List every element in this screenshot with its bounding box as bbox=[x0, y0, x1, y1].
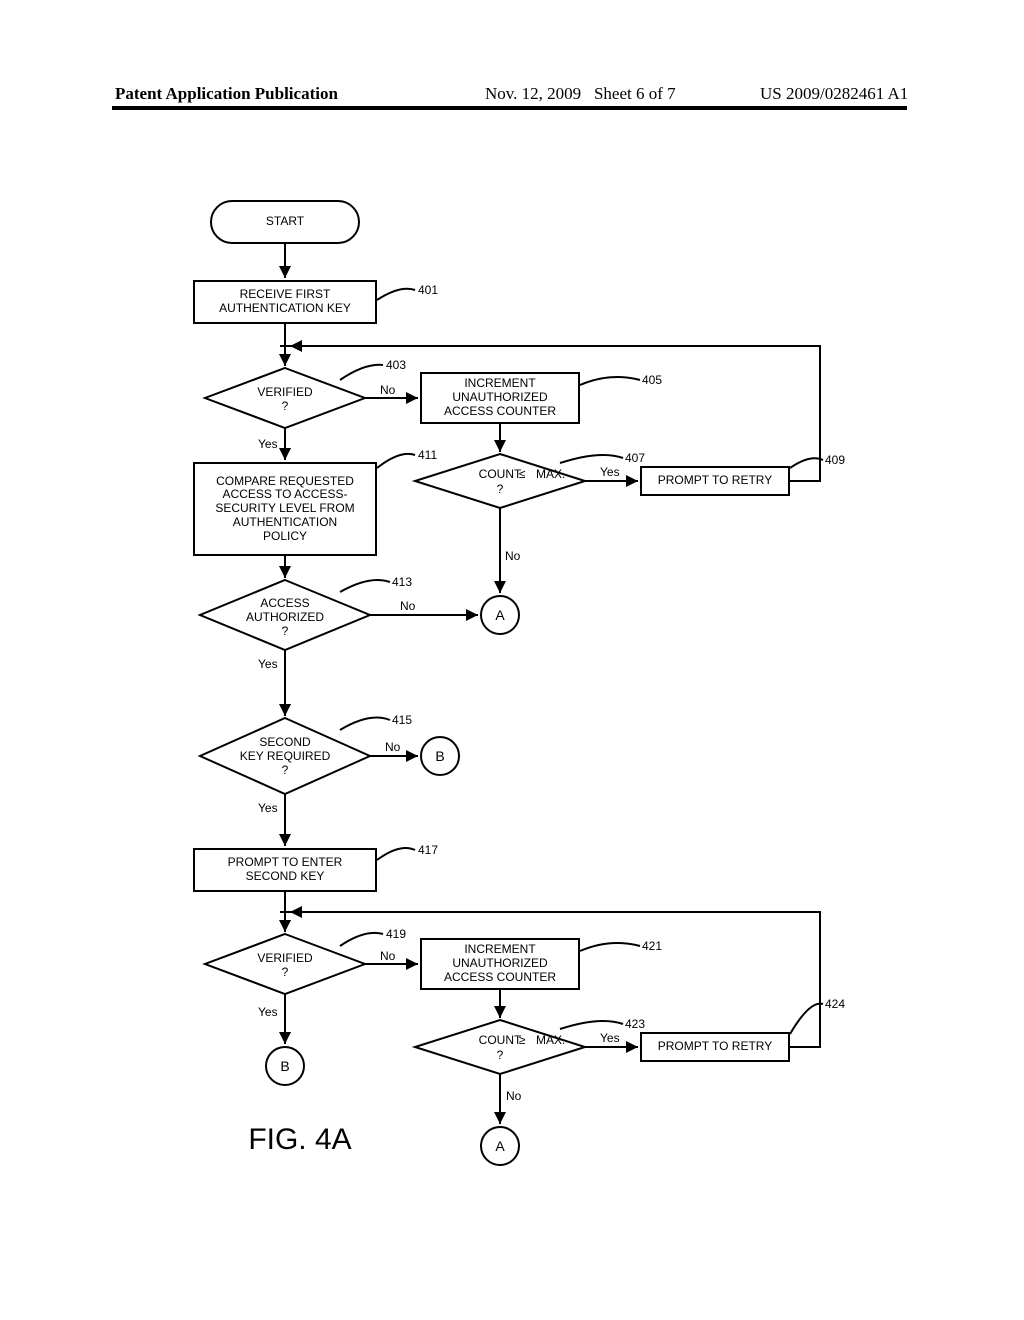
svg-text:MAX.: MAX. bbox=[536, 467, 565, 481]
flow-offpage-a-upper: A bbox=[480, 595, 520, 635]
svg-text:No: No bbox=[385, 740, 401, 754]
svg-text:421: 421 bbox=[642, 939, 662, 953]
svg-text:≤: ≤ bbox=[519, 467, 526, 481]
svg-text:?: ? bbox=[282, 763, 289, 777]
flow-node-409: PROMPT TO RETRY bbox=[640, 466, 790, 496]
svg-text:409: 409 bbox=[825, 453, 845, 467]
svg-text:No: No bbox=[506, 1089, 522, 1103]
svg-text:424: 424 bbox=[825, 997, 845, 1011]
svg-text:415: 415 bbox=[392, 713, 412, 727]
header-pubno: US 2009/0282461 A1 bbox=[760, 84, 1020, 104]
svg-text:407: 407 bbox=[625, 451, 645, 465]
flow-offpage-b-upper: B bbox=[420, 736, 460, 776]
figure-caption: FIG. 4A bbox=[220, 1120, 380, 1160]
page-header: Patent Application Publication Nov. 12, … bbox=[0, 84, 1024, 104]
header-date: Nov. 12, 2009 Sheet 6 of 7 bbox=[485, 84, 760, 104]
svg-text:405: 405 bbox=[642, 373, 662, 387]
svg-text:419: 419 bbox=[386, 927, 406, 941]
svg-text:No: No bbox=[505, 549, 521, 563]
svg-text:No: No bbox=[400, 599, 416, 613]
svg-text:?: ? bbox=[282, 399, 289, 413]
svg-text:403: 403 bbox=[386, 358, 406, 372]
flow-node-401: RECEIVE FIRST AUTHENTICATION KEY bbox=[193, 280, 377, 324]
svg-text:VERIFIED: VERIFIED bbox=[257, 385, 313, 399]
svg-text:Yes: Yes bbox=[258, 437, 278, 451]
svg-text:KEY REQUIRED: KEY REQUIRED bbox=[240, 749, 331, 763]
svg-text:Yes: Yes bbox=[258, 657, 278, 671]
svg-text:417: 417 bbox=[418, 843, 438, 857]
svg-text:AUTHORIZED: AUTHORIZED bbox=[246, 610, 324, 624]
svg-text:?: ? bbox=[497, 482, 504, 496]
flow-node-405: INCREMENT UNAUTHORIZED ACCESS COUNTER bbox=[420, 372, 580, 424]
svg-text:No: No bbox=[380, 383, 396, 397]
svg-text:Yes: Yes bbox=[600, 1031, 620, 1045]
flow-node-424: PROMPT TO RETRY bbox=[640, 1032, 790, 1062]
svg-text:413: 413 bbox=[392, 575, 412, 589]
flow-offpage-a-lower: A bbox=[480, 1126, 520, 1166]
flow-node-411: COMPARE REQUESTED ACCESS TO ACCESS- SECU… bbox=[193, 462, 377, 556]
svg-text:Yes: Yes bbox=[258, 1005, 278, 1019]
flow-node-417: PROMPT TO ENTER SECOND KEY bbox=[193, 848, 377, 892]
svg-text:MAX.: MAX. bbox=[536, 1033, 565, 1047]
svg-text:VERIFIED: VERIFIED bbox=[257, 951, 313, 965]
svg-text:Yes: Yes bbox=[258, 801, 278, 815]
svg-text:COUNT: COUNT bbox=[479, 1033, 522, 1047]
flow-offpage-b-lower: B bbox=[265, 1046, 305, 1086]
svg-text:?: ? bbox=[497, 1048, 504, 1062]
svg-text:423: 423 bbox=[625, 1017, 645, 1031]
flow-node-421: INCREMENT UNAUTHORIZED ACCESS COUNTER bbox=[420, 938, 580, 990]
header-date-text: Nov. 12, 2009 bbox=[485, 84, 581, 103]
svg-text:401: 401 bbox=[418, 283, 438, 297]
flowchart-svg: VERIFIED ? COUNT MAX. ≤ ? ACCESS AUTHORI… bbox=[0, 0, 1024, 1320]
svg-text:COUNT: COUNT bbox=[479, 467, 522, 481]
header-rule bbox=[112, 106, 907, 110]
flow-start: START bbox=[210, 200, 360, 244]
svg-text:?: ? bbox=[282, 624, 289, 638]
svg-text:No: No bbox=[380, 949, 396, 963]
svg-text:?: ? bbox=[282, 965, 289, 979]
svg-text:Yes: Yes bbox=[600, 465, 620, 479]
header-publication: Patent Application Publication bbox=[0, 84, 485, 104]
svg-text:ACCESS: ACCESS bbox=[260, 596, 309, 610]
header-sheet: Sheet 6 of 7 bbox=[594, 84, 676, 103]
svg-text:411: 411 bbox=[418, 448, 437, 462]
svg-text:SECOND: SECOND bbox=[259, 735, 311, 749]
svg-text:≥: ≥ bbox=[519, 1033, 526, 1047]
